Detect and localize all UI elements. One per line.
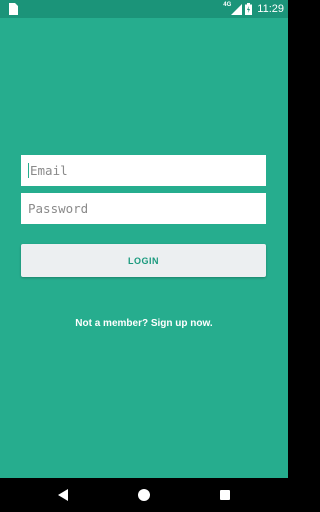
recents-button[interactable] [201, 478, 249, 512]
login-content: Email Password LOGIN Not a member? Sign … [0, 18, 288, 478]
login-button[interactable]: LOGIN [21, 244, 266, 277]
clock: 11:29 [257, 3, 284, 15]
text-cursor [28, 163, 29, 178]
email-input[interactable]: Email [21, 155, 266, 186]
home-button[interactable] [120, 478, 168, 512]
password-placeholder: Password [28, 201, 89, 216]
network-type-label: 4G [223, 2, 232, 8]
password-input[interactable]: Password [21, 193, 266, 224]
home-icon [138, 489, 150, 501]
signup-link[interactable]: Not a member? Sign up now. [0, 318, 288, 329]
recents-icon [220, 490, 230, 500]
navigation-bar [0, 478, 288, 512]
app-notification-icon [9, 3, 18, 15]
back-icon [58, 489, 68, 501]
back-button[interactable] [39, 478, 87, 512]
status-right-group: 4G 11:29 [223, 0, 284, 18]
login-button-label: LOGIN [128, 255, 159, 266]
battery-icon [245, 3, 253, 15]
email-placeholder: Email [30, 163, 68, 178]
signal-icon [231, 3, 243, 15]
login-screen: 4G 11:29 Email Password LOGIN Not a memb… [0, 0, 288, 512]
status-bar: 4G 11:29 [0, 0, 288, 18]
